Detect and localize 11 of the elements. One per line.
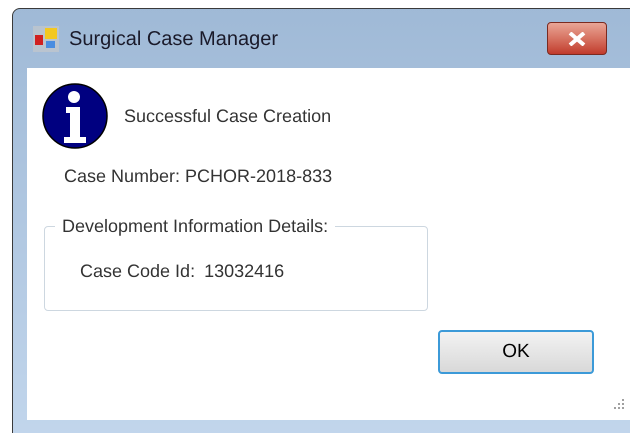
ok-button[interactable]: OK bbox=[438, 330, 594, 374]
case-code-value: 13032416 bbox=[204, 260, 284, 283]
case-code-label: Case Code Id: bbox=[80, 260, 196, 283]
window-title: Surgical Case Manager bbox=[69, 26, 278, 52]
app-icon bbox=[33, 26, 59, 52]
close-button[interactable] bbox=[547, 22, 607, 55]
resize-grip-icon bbox=[613, 398, 625, 410]
close-icon bbox=[568, 32, 586, 46]
message-text: Successful Case Creation bbox=[124, 104, 332, 128]
case-number-text: Case Number: PCHOR-2018-833 bbox=[64, 165, 334, 188]
info-icon bbox=[42, 83, 108, 149]
